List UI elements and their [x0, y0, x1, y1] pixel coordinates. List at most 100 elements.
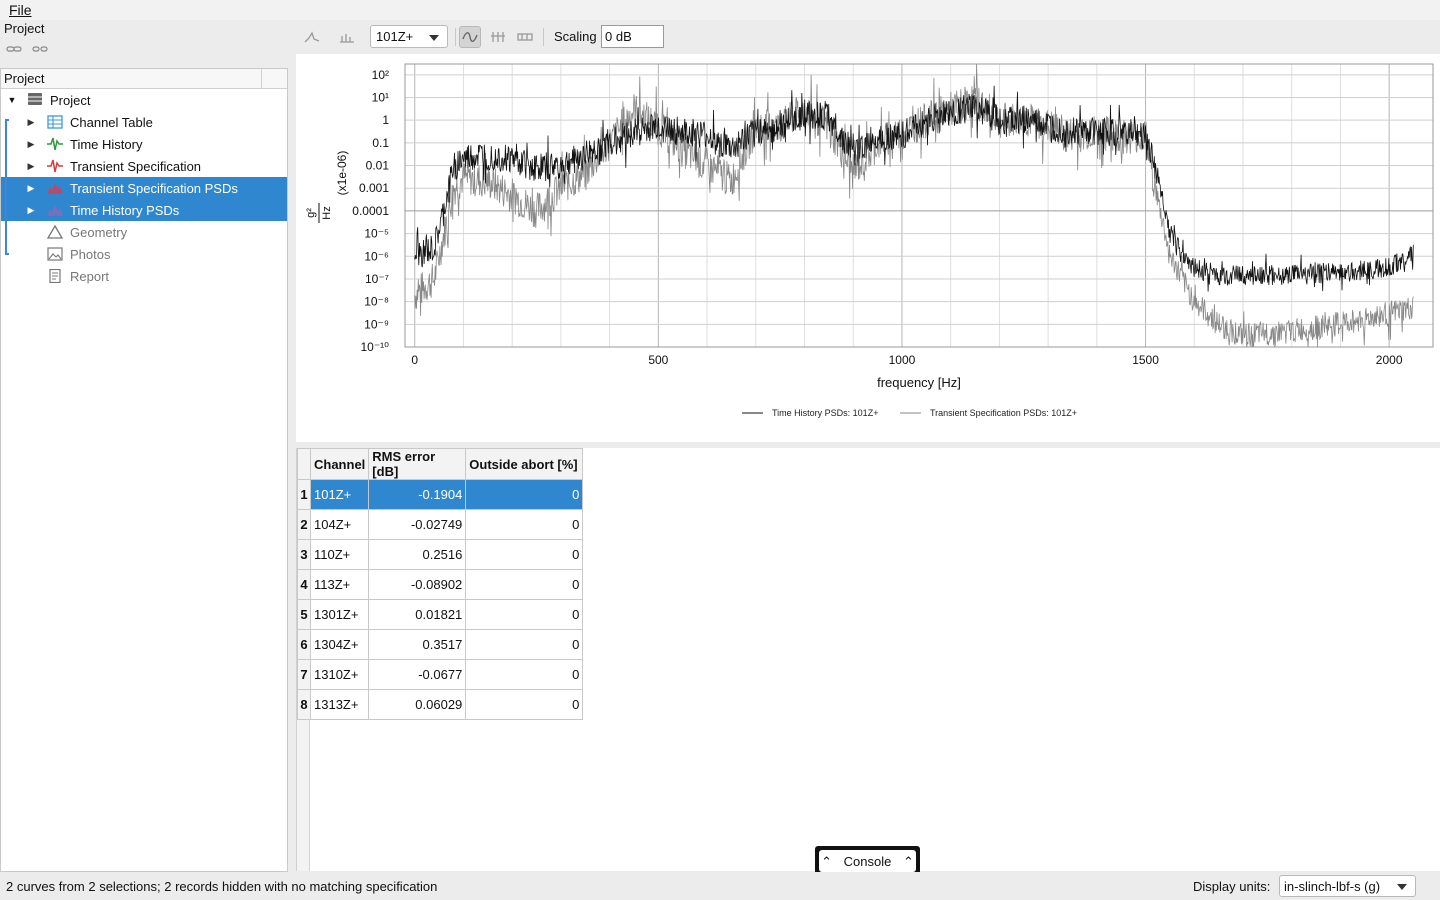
tree-item-report[interactable]: Report: [1, 265, 287, 287]
cell-outside-abort[interactable]: 0: [465, 509, 584, 540]
row-number[interactable]: 8: [297, 689, 311, 720]
bar-chart-icon[interactable]: [336, 26, 358, 48]
display-units-select[interactable]: in-slinch-lbf-s (g): [1279, 875, 1416, 897]
curve-view-icon[interactable]: [459, 26, 481, 48]
cell-channel[interactable]: 1301Z+: [309, 599, 370, 630]
cell-outside-abort[interactable]: 0: [465, 479, 584, 510]
unlink-icon[interactable]: [32, 44, 48, 54]
peak-icon[interactable]: [301, 26, 323, 48]
tree-item-project[interactable]: ▼ Project: [1, 89, 287, 111]
project-tree: Project ▼ Project ▶ Channel Table ▶ Time Hist…: [0, 68, 288, 872]
cell-channel[interactable]: 113Z+: [309, 569, 370, 600]
row-number[interactable]: 2: [297, 509, 311, 540]
expand-arrow-icon[interactable]: ▶: [26, 183, 36, 193]
menu-file[interactable]: File: [9, 2, 32, 18]
tree-item-time-history-psds[interactable]: ▶ Time History PSDs: [1, 199, 287, 221]
cell-outside-abort[interactable]: 0: [465, 569, 584, 600]
row-number[interactable]: 4: [297, 569, 311, 600]
row-number[interactable]: 3: [297, 539, 311, 570]
y-tick-label: 10⁻⁹: [364, 317, 389, 331]
row-number[interactable]: 5: [297, 599, 311, 630]
cell-channel[interactable]: 110Z+: [309, 539, 370, 570]
cell-rms-error[interactable]: -0.08902: [368, 569, 467, 600]
x-tick-label: 1500: [1132, 353, 1159, 367]
table-row[interactable]: 3 110Z+ 0.2516 0: [297, 539, 584, 570]
column-header-outside-abort[interactable]: Outside abort [%]: [465, 448, 584, 480]
column-header-channel[interactable]: Channel: [309, 448, 370, 480]
stacked-view-icon[interactable]: [487, 26, 509, 48]
plot-toolbar: 101Z+ Scaling 0 dB: [296, 22, 1440, 52]
cell-outside-abort[interactable]: 0: [465, 599, 584, 630]
cell-channel[interactable]: 1310Z+: [309, 659, 370, 690]
expand-arrow-icon[interactable]: ▶: [26, 139, 36, 149]
column-header-rms-error[interactable]: RMS error [dB]: [368, 448, 467, 480]
cell-rms-error[interactable]: -0.1904: [368, 479, 467, 510]
tree-item-channel-table[interactable]: ▶ Channel Table: [1, 111, 287, 133]
scaling-input[interactable]: 0 dB: [601, 25, 664, 48]
tree-item-time-history[interactable]: ▶ Time History: [1, 133, 287, 155]
row-number[interactable]: 1: [297, 479, 311, 510]
table-row[interactable]: 6 1304Z+ 0.3517 0: [297, 629, 584, 660]
row-number[interactable]: 7: [297, 659, 311, 690]
dock-icon-bar: [6, 44, 48, 54]
y-tick-label: 0.0001: [352, 204, 389, 218]
channel-select-value: 101Z+: [376, 29, 414, 44]
table-row[interactable]: 5 1301Z+ 0.01821 0: [297, 599, 584, 630]
chevron-down-icon: [429, 35, 439, 41]
channel-select[interactable]: 101Z+: [370, 25, 448, 48]
expand-arrow-icon[interactable]: ▶: [26, 117, 36, 127]
cell-channel[interactable]: 101Z+: [309, 479, 370, 510]
table-row[interactable]: 4 113Z+ -0.08902 0: [297, 569, 584, 600]
cell-rms-error[interactable]: -0.02749: [368, 509, 467, 540]
row-number[interactable]: 6: [297, 629, 311, 660]
tree-column-header[interactable]: Project: [4, 71, 44, 86]
cell-rms-error[interactable]: -0.0677: [368, 659, 467, 690]
expand-arrow-icon[interactable]: ▶: [26, 161, 36, 171]
y-tick-label: 0.001: [359, 181, 389, 195]
psd-chart-svg: 10² 10¹ 1 0.1 0.01 0.001 0.0001 10⁻⁵ 10⁻⁶ 10⁻⁷ 10⁻…: [305, 63, 1434, 418]
table-row[interactable]: 2 104Z+ -0.02749 0: [297, 509, 584, 540]
chevron-up-icon: ⌃: [821, 854, 833, 869]
results-table: Channel RMS error [dB] Outside abort [%]…: [297, 448, 584, 720]
legend-label: Transient Specification PSDs: 101Z+: [930, 408, 1077, 418]
tree-item-transient-specification[interactable]: ▶ Transient Specification: [1, 155, 287, 177]
tree-item-photos[interactable]: Photos: [1, 243, 287, 265]
tree-item-label: Transient Specification PSDs: [70, 180, 238, 196]
cell-outside-abort[interactable]: 0: [465, 659, 584, 690]
legend-label: Time History PSDs: 101Z+: [772, 408, 878, 418]
console-toggle[interactable]: ⌃ Console ⌃: [815, 846, 920, 872]
cell-outside-abort[interactable]: 0: [465, 539, 584, 570]
cell-rms-error[interactable]: 0.3517: [368, 629, 467, 660]
cell-outside-abort[interactable]: 0: [465, 629, 584, 660]
link-icon[interactable]: [6, 44, 22, 54]
expand-arrow-icon[interactable]: ▼: [7, 95, 17, 105]
tree-item-label: Report: [70, 268, 110, 284]
y-tick-label: 0.1: [372, 136, 389, 150]
table-row[interactable]: 1 101Z+ -0.1904 0: [297, 479, 584, 510]
expand-arrow-icon[interactable]: ▶: [26, 205, 36, 215]
tree-item-geometry[interactable]: Geometry: [1, 221, 287, 243]
table-row[interactable]: 8 1313Z+ 0.06029 0: [297, 689, 584, 720]
cell-rms-error[interactable]: 0.2516: [368, 539, 467, 570]
y-tick-label: 10⁻⁶: [364, 249, 389, 263]
cell-rms-error[interactable]: 0.06029: [368, 689, 467, 720]
menu-bar: File: [0, 0, 1440, 20]
results-table-area: Channel RMS error [dB] Outside abort [%]…: [296, 448, 1440, 871]
cell-channel[interactable]: 1304Z+: [309, 629, 370, 660]
y-label-scale: (x1e-06): [335, 151, 349, 196]
tree-item-label: Project: [50, 92, 91, 108]
x-axis-label: frequency [Hz]: [877, 375, 961, 390]
tree-item-label: Geometry: [70, 224, 128, 240]
cell-outside-abort[interactable]: 0: [465, 689, 584, 720]
time-history-psd-icon: [47, 203, 63, 219]
tree-item-label: Time History: [70, 136, 143, 152]
cell-rms-error[interactable]: 0.01821: [368, 599, 467, 630]
cell-channel[interactable]: 104Z+: [309, 509, 370, 540]
tree-item-transient-specification-psds[interactable]: ▶ Transient Specification PSDs: [1, 177, 287, 199]
cell-channel[interactable]: 1313Z+: [309, 689, 370, 720]
tiled-view-icon[interactable]: [514, 26, 536, 48]
dock-title: Project: [4, 21, 45, 36]
time-history-icon: [47, 137, 63, 153]
selection-bracket: [5, 119, 9, 255]
table-row[interactable]: 7 1310Z+ -0.0677 0: [297, 659, 584, 690]
